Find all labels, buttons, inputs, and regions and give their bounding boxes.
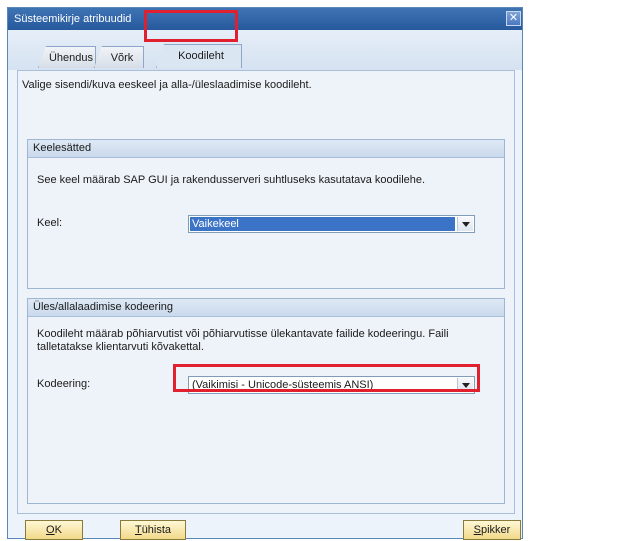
encoding-select-value: (Vaikimisi - Unicode-süsteemis ANSI)	[192, 379, 374, 391]
language-select[interactable]: Vaikekeel	[188, 215, 475, 233]
help-label: pikker	[481, 524, 511, 536]
encoding-select[interactable]: (Vaikimisi - Unicode-süsteemis ANSI)	[188, 376, 475, 394]
tab-koodileht[interactable]: Koodileht	[156, 44, 242, 68]
encoding-settings-group: Üles/allalaadimise kodeering Koodileht m…	[27, 298, 505, 504]
language-select-value: Vaikekeel	[190, 217, 455, 231]
chevron-down-icon[interactable]	[457, 378, 473, 392]
tab-content-panel: Valige sisendi/kuva eeskeel ja alla-/üle…	[17, 70, 515, 514]
close-button[interactable]: ✕	[506, 11, 521, 26]
ok-mnemonic: O	[46, 524, 55, 536]
tab-strip: Ühendus Võrk Koodileht	[8, 30, 522, 70]
language-settings-group: Keelesätted See keel määrab SAP GUI ja r…	[27, 139, 505, 289]
close-icon: ✕	[508, 12, 519, 24]
encoding-description: Koodileht määrab põhiarvutist või põhiar…	[37, 328, 449, 353]
tab-uhendus[interactable]: Ühendus	[38, 46, 96, 68]
language-group-header: Keelesätted	[28, 140, 504, 158]
help-button[interactable]: Spikker	[463, 520, 521, 540]
cancel-button[interactable]: Tühista	[120, 520, 186, 540]
help-mnemonic: S	[473, 524, 481, 536]
chevron-down-icon[interactable]	[457, 217, 473, 231]
window-title: Süsteemikirje atribuudid	[14, 13, 132, 25]
intro-text: Valige sisendi/kuva eeskeel ja alla-/üle…	[22, 79, 312, 91]
language-label: Keel:	[37, 217, 63, 229]
encoding-label: Kodeering:	[37, 378, 91, 390]
ok-label: K	[54, 524, 62, 536]
language-description: See keel määrab SAP GUI ja rakendusserve…	[37, 174, 426, 186]
dialog-window: Süsteemikirje atribuudid ✕ Ühendus Võrk …	[7, 7, 523, 540]
cancel-label: ühista	[141, 524, 172, 536]
encoding-group-header: Üles/allalaadimise kodeering	[28, 299, 504, 317]
tab-vork[interactable]: Võrk	[94, 46, 144, 68]
title-bar: Süsteemikirje atribuudid ✕	[8, 8, 522, 30]
ok-button[interactable]: OK	[25, 520, 83, 540]
cancel-mnemonic: T	[134, 524, 142, 536]
